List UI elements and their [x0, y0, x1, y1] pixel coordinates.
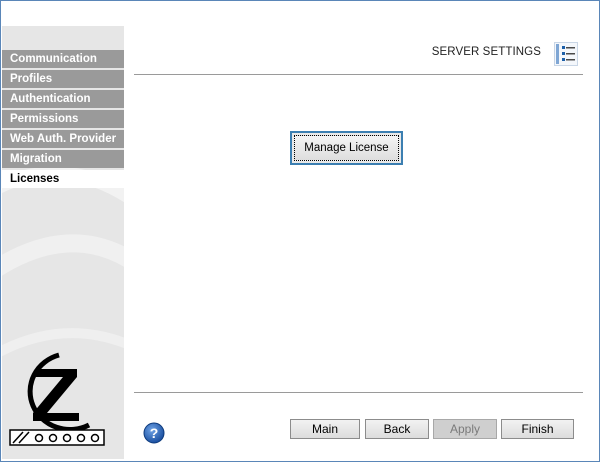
back-button[interactable]: Back — [365, 419, 429, 439]
page-title: SERVER SETTINGS — [431, 46, 541, 58]
server-settings-window: Communication Profiles Authentication Pe… — [0, 0, 600, 462]
apply-button[interactable]: Apply — [433, 419, 497, 439]
sidebar-item-communication[interactable]: Communication — [2, 50, 124, 68]
sidebar-item-authentication[interactable]: Authentication — [2, 90, 124, 108]
help-icon[interactable]: ? — [143, 422, 165, 444]
sidebar-item-licenses[interactable]: Licenses — [2, 170, 124, 188]
footer-divider — [134, 392, 583, 393]
sidebar-item-permissions[interactable]: Permissions — [2, 110, 124, 128]
sidebar-item-profiles[interactable]: Profiles — [2, 70, 124, 88]
sidebar-item-web-auth-provider[interactable]: Web Auth. Provider — [2, 130, 124, 148]
manage-license-label: Manage License — [294, 135, 399, 161]
manage-license-button[interactable]: Manage License — [290, 131, 403, 165]
header-divider — [134, 74, 583, 75]
zscope-logo — [9, 352, 105, 446]
finish-button[interactable]: Finish — [501, 419, 574, 439]
sidebar-nav: Communication Profiles Authentication Pe… — [2, 50, 124, 190]
settings-list-icon — [554, 42, 578, 66]
main-button[interactable]: Main — [290, 419, 360, 439]
sidebar-item-migration[interactable]: Migration — [2, 150, 124, 168]
svg-text:?: ? — [150, 425, 159, 441]
